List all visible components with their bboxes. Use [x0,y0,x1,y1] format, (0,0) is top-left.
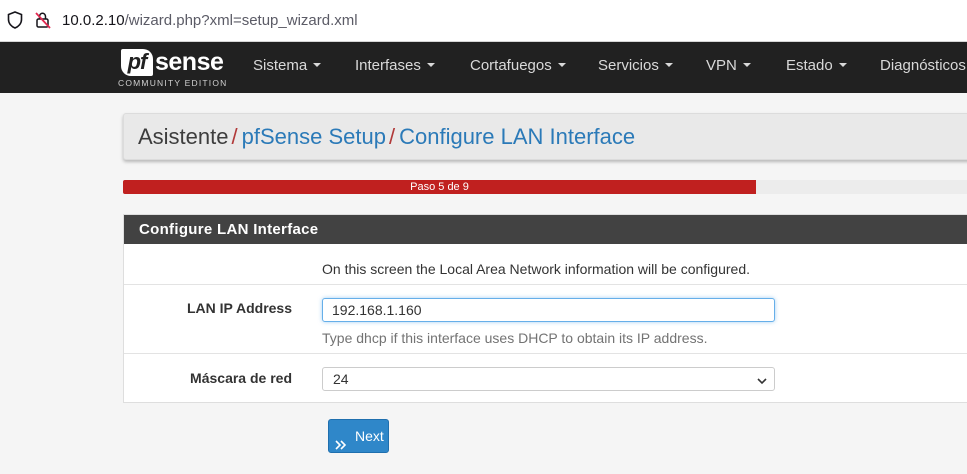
wizard-progress-bar: Paso 5 de 9 [123,180,967,194]
breadcrumb: Asistente / pfSense Setup / Configure LAN In… [123,113,967,160]
nav-item-cortafuegos[interactable]: Cortafuegos [470,57,566,74]
caret-down-icon [426,63,435,67]
intro-row: On this screen the Local Area Network in… [124,244,967,285]
url-text[interactable]: 10.0.2.10/wizard.php?xml=setup_wizard.xm… [62,12,358,29]
insecure-lock-icon[interactable] [34,11,52,34]
caret-down-icon [313,63,322,67]
nav-item-servicios[interactable]: Servicios [598,57,673,74]
nav-item-diagnosticos[interactable]: Diagnósticos [880,57,966,74]
url-host: 10.0.2.10 [62,12,125,29]
caret-down-icon [742,63,751,67]
intro-text: On this screen the Local Area Network in… [322,261,750,277]
url-path: /wizard.php?xml=setup_wizard.xml [124,12,358,29]
breadcrumb-separator: / [388,124,396,149]
pfsense-logo[interactable]: pf sense COMMUNITY EDITION [118,47,228,89]
caret-down-icon [557,63,566,67]
caret-down-icon [838,63,847,67]
progress-label: Paso 5 de 9 [410,181,469,193]
browser-url-bar[interactable]: 10.0.2.10/wizard.php?xml=setup_wizard.xm… [0,0,967,42]
next-button-label: Next [355,428,384,444]
lan-ip-help: Type dhcp if this interface uses DHCP to… [322,330,708,346]
caret-down-icon [664,63,673,67]
subnet-label: Máscara de red [190,370,292,386]
nav-item-vpn[interactable]: VPN [706,57,751,74]
breadcrumb-link-setup[interactable]: pfSense Setup [242,124,386,149]
logo-pf: pf [121,49,153,76]
nav-item-estado[interactable]: Estado [786,57,847,74]
logo-edition: COMMUNITY EDITION [118,78,228,88]
shield-icon[interactable] [7,11,23,34]
breadcrumb-root: Asistente [138,124,229,149]
subnet-row: Máscara de red 24 [124,354,967,403]
top-navbar: pf sense COMMUNITY EDITION Sistema Inter… [0,42,967,93]
panel-title: Configure LAN Interface [124,215,967,244]
next-button[interactable]: Next [328,419,389,453]
subnet-select[interactable]: 24 [322,367,775,391]
lan-ip-row: LAN IP Address Type dhcp if this interfa… [124,285,967,354]
lan-ip-label: LAN IP Address [186,300,292,316]
double-chevron-right-icon [334,430,348,462]
breadcrumb-link-lan[interactable]: Configure LAN Interface [399,124,635,149]
nav-item-interfases[interactable]: Interfases [355,57,435,74]
chevron-down-icon [756,372,768,394]
subnet-selected-value: 24 [333,371,349,387]
logo-sense: sense [155,48,224,76]
configure-lan-panel: Configure LAN Interface On this screen t… [123,214,967,403]
breadcrumb-separator: / [231,124,238,149]
lan-ip-input[interactable] [322,298,775,322]
nav-item-sistema[interactable]: Sistema [253,57,322,74]
